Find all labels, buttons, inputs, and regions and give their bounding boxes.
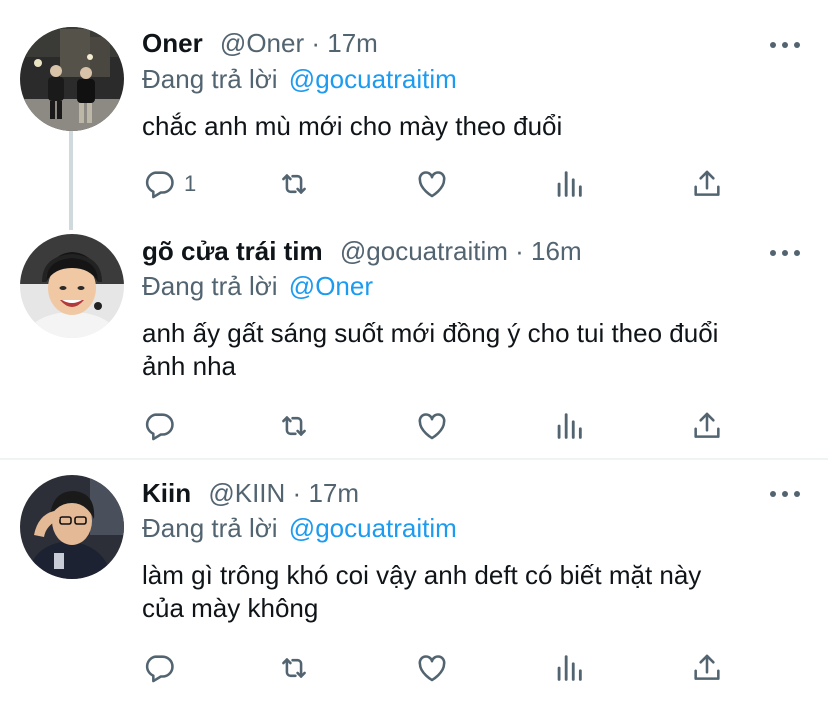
- reply-button[interactable]: [142, 650, 176, 686]
- replying-to: Đang trả lời @gocuatraitim: [142, 512, 457, 544]
- display-name[interactable]: Kiin: [142, 478, 191, 508]
- analytics-icon: [552, 651, 586, 685]
- tweet-text-line: làm gì trông khó coi vậy anh deft có biế…: [142, 560, 702, 590]
- reply-icon: [142, 651, 176, 685]
- tweet-kiin[interactable]: Kiin @KIIN · 17m Đang trả lời @gocuatrai…: [0, 0, 828, 705]
- mention-link[interactable]: @gocuatraitim: [289, 513, 457, 543]
- username[interactable]: @KIIN: [208, 478, 285, 508]
- separator: ·: [292, 478, 309, 508]
- more-icon[interactable]: [770, 489, 800, 499]
- share-button[interactable]: [690, 650, 724, 686]
- avatar[interactable]: [20, 475, 124, 579]
- tweet-text: làm gì trông khó coi vậy anh deft có biế…: [142, 559, 812, 625]
- action-bar: [142, 650, 742, 686]
- share-icon: [690, 651, 724, 685]
- retweet-icon: [277, 651, 311, 685]
- timestamp[interactable]: 17m: [308, 478, 359, 508]
- analytics-button[interactable]: [552, 650, 586, 686]
- tweet-header: Kiin @KIIN · 17m: [142, 477, 359, 509]
- retweet-button[interactable]: [277, 650, 311, 686]
- tweet-text-line: của mày không: [142, 593, 319, 623]
- replying-to-label: Đang trả lời: [142, 513, 278, 543]
- like-button[interactable]: [415, 650, 449, 686]
- like-icon: [415, 651, 449, 685]
